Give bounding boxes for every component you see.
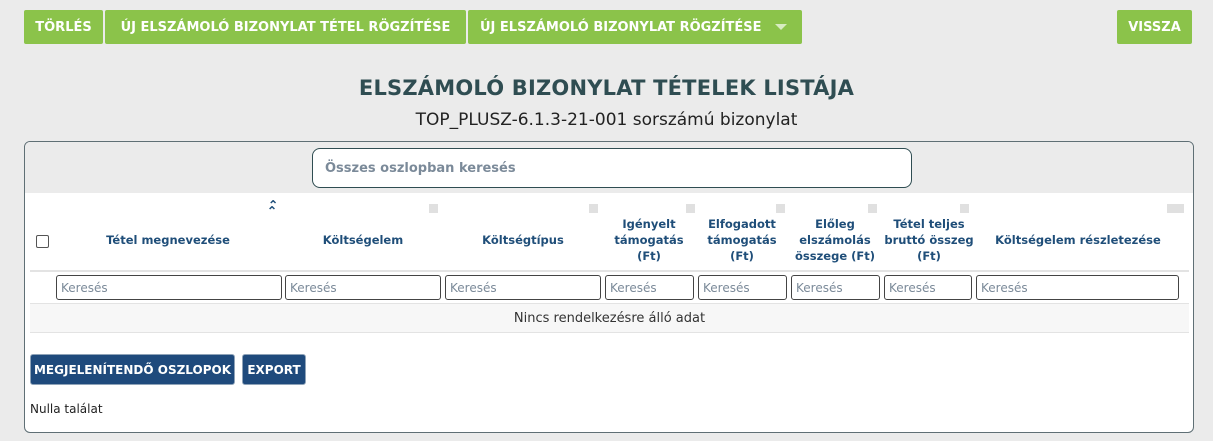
column-header-requested-support[interactable]: Igényelt támogatás (Ft) [603,210,695,270]
filter-input-cost-element[interactable]: Keresés [285,275,441,300]
global-search-placeholder: Összes oszlopban keresés [325,160,516,176]
page-title: ELSZÁMOLÓ BIZONYLAT TÉTELEK LISTÁJA [358,76,855,100]
filter-input-cost-details[interactable]: Keresés [976,275,1179,300]
filter-input-cost-type[interactable]: Keresés [445,275,601,300]
delete-button[interactable]: TÖRLÉS [24,10,103,44]
global-search-input[interactable]: Összes oszlopban keresés [312,148,912,188]
new-document-button-label: ÚJ ELSZÁMOLÓ BIZONYLAT RÖGZÍTÉSE [480,19,762,35]
filter-input-item-name[interactable]: Keresés [56,275,282,300]
columns-button[interactable]: MEGJELENÍTENDŐ OSZLOPOK [30,354,235,385]
delete-button-label: TÖRLÉS [35,19,92,35]
column-header-gross-total[interactable]: Tétel teljes bruttó összeg (Ft) [882,210,976,270]
caret-down-icon[interactable] [768,10,794,44]
new-item-button[interactable]: ÚJ ELSZÁMOLÓ BIZONYLAT TÉTEL RÖGZÍTÉSE [105,10,466,44]
column-header-accepted-support[interactable]: Elfogadott támogatás (Ft) [697,210,787,270]
filter-input-advance-amount[interactable]: Keresés [791,275,880,300]
back-button-label: VISSZA [1128,19,1181,35]
data-grid: Összes oszlopban keresés ⌃⌃ Tétel megnev… [24,141,1194,433]
new-item-button-label: ÚJ ELSZÁMOLÓ BIZONYLAT TÉTEL RÖGZÍTÉSE [120,19,451,35]
column-header-advance-amount[interactable]: Előleg elszámolás összege (Ft) [790,210,880,270]
empty-state-row: Nincs rendelkezésre álló adat [30,304,1189,332]
columns-button-label: MEGJELENÍTENDŐ OSZLOPOK [33,362,232,377]
column-header-item-name[interactable]: Tétel megnevezése [55,210,281,270]
result-count: Nulla találat [30,402,103,416]
select-all-checkbox[interactable] [36,235,49,248]
filter-input-requested-support[interactable]: Keresés [605,275,694,300]
empty-state-message: Nincs rendelkezésre álló adat [513,310,706,326]
new-document-button[interactable]: ÚJ ELSZÁMOLÓ BIZONYLAT RÖGZÍTÉSE [468,10,802,44]
column-header-cost-details[interactable]: Költségelem részletezése [978,210,1178,270]
body-divider [30,332,1189,333]
header-divider [30,270,1189,272]
export-button-label: EXPORT [247,362,301,377]
column-header-cost-type[interactable]: Költségtípus [445,210,601,270]
filter-input-gross-total[interactable]: Keresés [884,275,972,300]
column-header-cost-element[interactable]: Költségelem [285,210,441,270]
export-button[interactable]: EXPORT [242,354,306,385]
filter-input-accepted-support[interactable]: Keresés [698,275,787,300]
page-subtitle: TOP_PLUSZ-6.1.3-21-001 sorszámú bizonyla… [415,110,798,130]
back-button[interactable]: VISSZA [1117,10,1192,44]
